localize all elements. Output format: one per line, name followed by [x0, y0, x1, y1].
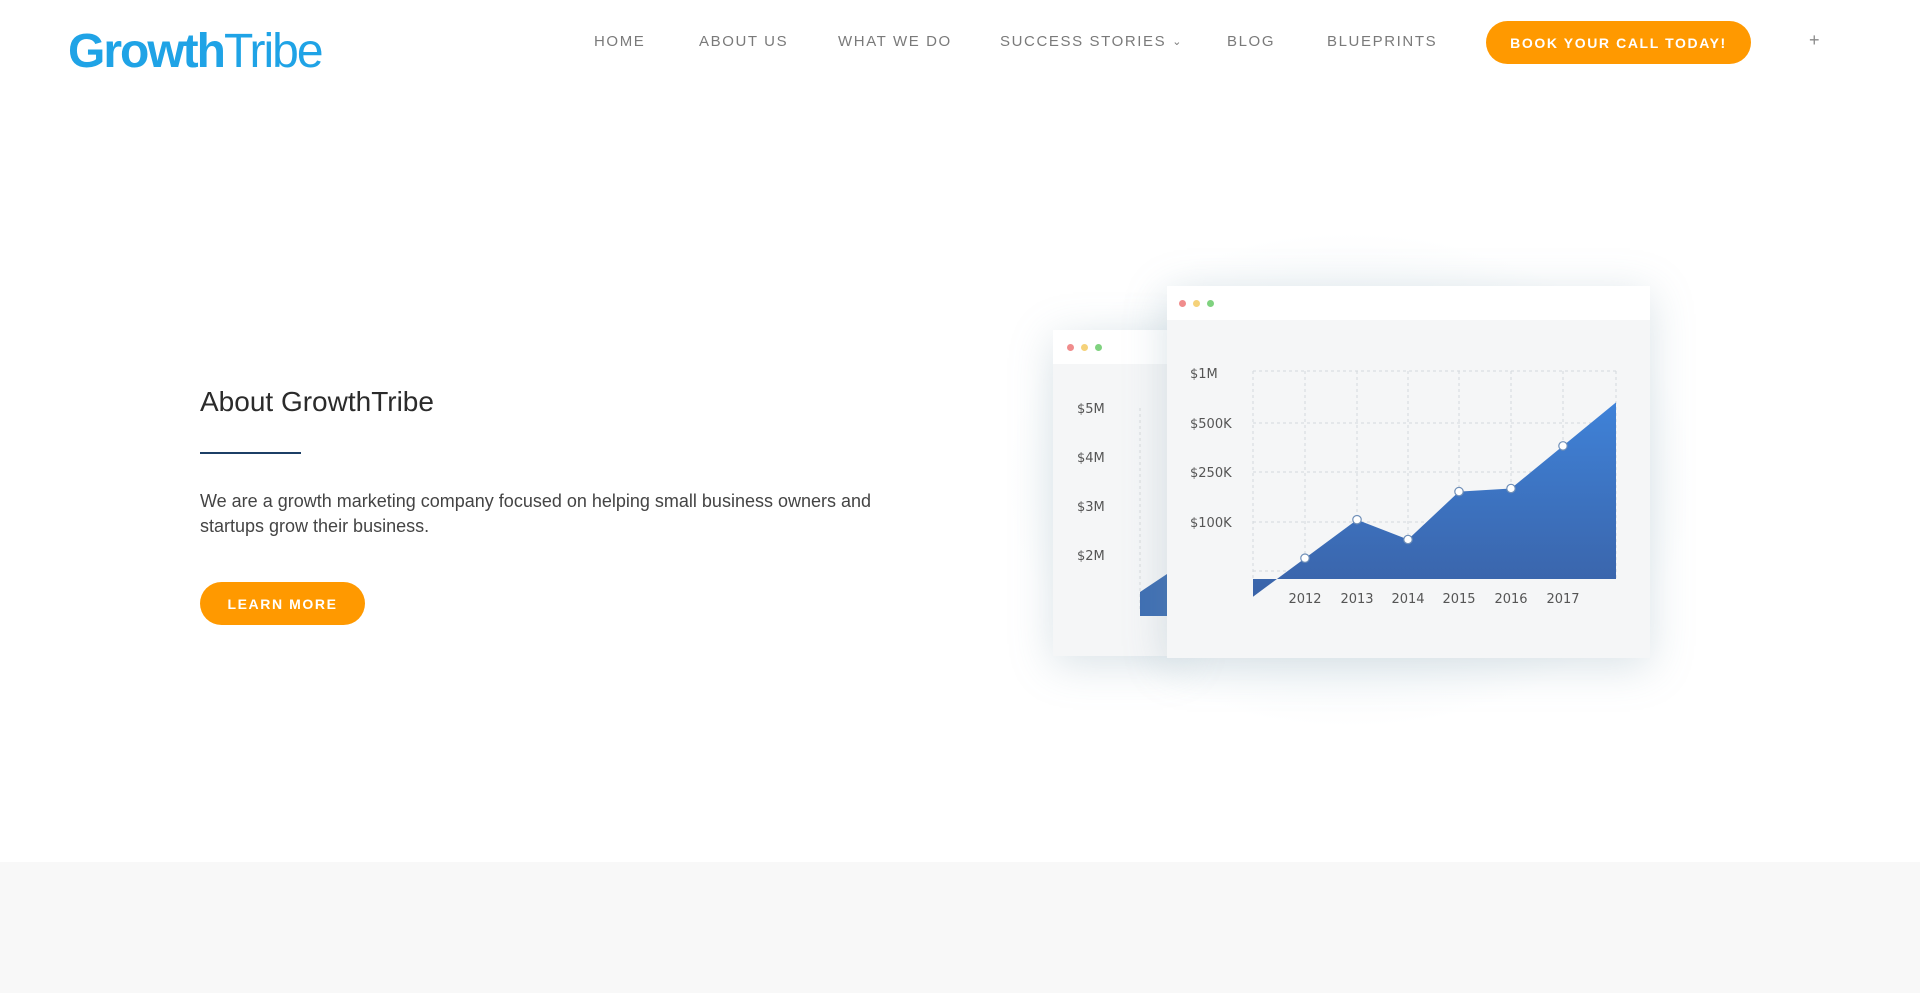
- x-tick-label: 2017: [1546, 592, 1579, 607]
- x-tick-label: 2016: [1494, 592, 1527, 607]
- nav-blueprints[interactable]: BLUEPRINTS: [1327, 32, 1437, 52]
- x-tick-label: 2013: [1340, 592, 1373, 607]
- data-point: [1558, 441, 1568, 451]
- nav-home[interactable]: HOME: [594, 32, 645, 52]
- chevron-down-icon: ⌄: [1172, 36, 1184, 48]
- data-point: [1506, 483, 1516, 494]
- about-description: We are a growth marketing company focuse…: [200, 491, 872, 536]
- data-point: [1403, 534, 1413, 545]
- nav-success-stories[interactable]: SUCCESS STORIES ⌄: [1000, 32, 1183, 53]
- next-section-background: [0, 862, 1920, 993]
- learn-more-button[interactable]: LEARN MORE: [200, 582, 365, 625]
- nav-about-us[interactable]: ABOUT US: [699, 32, 788, 52]
- x-tick-label: 2015: [1442, 592, 1475, 607]
- growthtribe-logo[interactable]: GrowthTribe: [68, 22, 324, 82]
- logo-bold-text: Growth: [68, 25, 226, 78]
- y-tick-label: $1M: [1190, 367, 1218, 382]
- nav-what-we-do[interactable]: WHAT WE DO: [838, 32, 952, 52]
- data-point: [1352, 514, 1362, 525]
- nav-blog[interactable]: BLOG: [1227, 32, 1275, 52]
- chart-x-axis: 2012 2013 2014 2015 2016 2017: [1288, 592, 1579, 607]
- data-point: [1454, 486, 1464, 497]
- y-tick-label: $100K: [1190, 516, 1232, 531]
- y-tick-label: $500K: [1190, 417, 1232, 432]
- chart-y-axis: $1M $500K $250K $100K: [1190, 367, 1232, 531]
- back-chart-svg: [1139, 408, 1167, 616]
- plus-icon[interactable]: +: [1809, 30, 1820, 51]
- back-chart-area: [1140, 574, 1167, 616]
- logo-light-text: Tribe: [223, 25, 324, 78]
- y-tick-label: $250K: [1190, 466, 1232, 481]
- x-tick-label: 2012: [1288, 592, 1321, 607]
- front-chart-window: $1M $500K $250K $100K 2012 2013 2014 2015 2016 2…: [1167, 286, 1650, 658]
- back-chart-window: $5M $4M $3M $2M: [1053, 330, 1183, 656]
- area-series-fill: [1253, 402, 1616, 597]
- chart-area-series: [1253, 402, 1616, 597]
- x-tick-label: 2014: [1391, 592, 1424, 607]
- title-divider: [200, 452, 301, 454]
- about-title: About GrowthTribe: [200, 386, 434, 417]
- revenue-area-chart: $1M$500K$250K$100K 2012 2013 2014 2015 2016 2…: [1190, 367, 1617, 607]
- data-point: [1300, 553, 1310, 563]
- book-call-button[interactable]: BOOK YOUR CALL TODAY!: [1486, 21, 1751, 64]
- nav-success-stories-label: SUCCESS STORIES: [1000, 33, 1167, 50]
